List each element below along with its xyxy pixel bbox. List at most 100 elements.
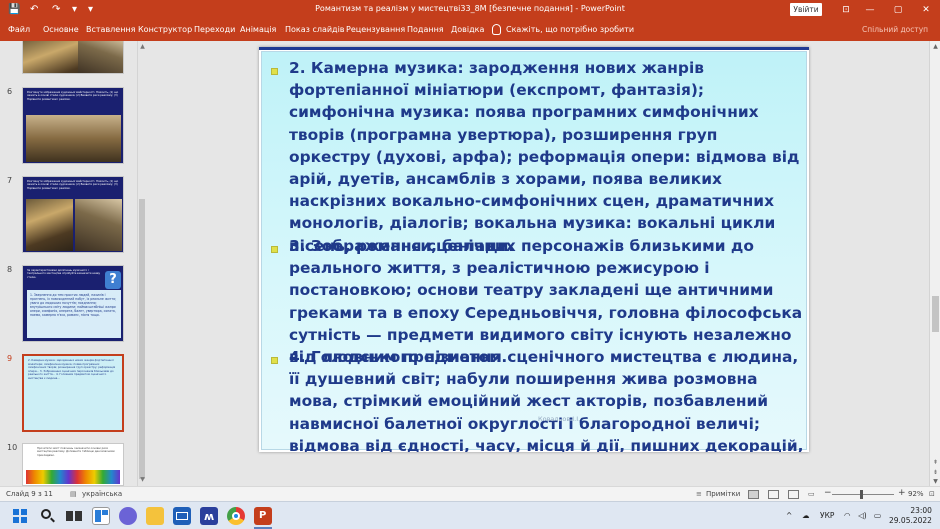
spellcheck-icon[interactable]: ▤ — [70, 490, 77, 498]
painting-image — [78, 41, 123, 73]
previous-slide-icon[interactable]: ⇞ — [930, 459, 940, 466]
bullet-icon — [271, 68, 278, 75]
thumbnail-slide-9[interactable]: 2. Камерна музика: зародження нових жанр… — [22, 354, 124, 432]
scrollbar-thumb[interactable] — [139, 199, 145, 479]
scroll-up-arrow-icon[interactable]: ▲ — [930, 43, 940, 50]
search-icon[interactable] — [38, 507, 56, 525]
clock-date: 29.05.2022 — [889, 516, 932, 525]
thumbnail-slide-6[interactable]: Розглянути зображення художньої майстерн… — [22, 87, 124, 164]
task-view-icon[interactable] — [65, 507, 83, 525]
thumbnail-slide-8[interactable]: За характеристиками досягнень музичного … — [22, 265, 124, 342]
normal-view-icon[interactable] — [748, 490, 759, 499]
question-mark-icon: ? — [105, 271, 121, 289]
zoom-level[interactable]: 92% — [908, 490, 924, 498]
windows-taskbar: ʍ P ^ ☁ УКР ◠ ◁) ▭ 23:00 29.05.2022 — [0, 501, 940, 529]
ribbon-tabs: Файл Основне Вставлення Конструктор Пере… — [0, 20, 940, 41]
teams-chat-icon[interactable] — [119, 507, 137, 525]
volume-icon[interactable]: ◁) — [858, 511, 867, 520]
next-slide-icon[interactable]: ⇟ — [930, 469, 940, 476]
slide-editor-canvas: 2. Камерна музика: зародження нових жанр… — [147, 41, 929, 486]
notes-icon: ≡ — [696, 490, 702, 498]
slide-thumbnail-pane: 6 Розглянути зображення художньої майсте… — [0, 41, 137, 486]
bullet-icon — [271, 246, 278, 253]
sign-in-button[interactable]: Увійти — [790, 3, 822, 16]
slide-sorter-view-icon[interactable] — [768, 490, 779, 499]
tell-me-search[interactable]: Скажіть, що потрібно зробити — [492, 24, 634, 35]
share-button[interactable]: Спільний доступ — [862, 25, 928, 34]
language-indicator[interactable]: українська — [82, 490, 122, 498]
zoom-slider-track[interactable] — [832, 494, 894, 495]
windows-start-icon[interactable] — [11, 507, 29, 525]
maximize-button[interactable]: ▢ — [886, 2, 910, 18]
current-slide[interactable]: 2. Камерна музика: зародження нових жанр… — [259, 47, 809, 452]
scroll-down-arrow-icon[interactable]: ▼ — [930, 478, 940, 485]
tab-design[interactable]: Конструктор — [138, 25, 192, 34]
minimize-button[interactable]: — — [858, 2, 882, 18]
clock[interactable]: 23:00 29.05.2022 — [889, 506, 932, 526]
tab-animations[interactable]: Анімація — [240, 25, 276, 34]
slide-number: 9 — [7, 354, 13, 363]
tab-insert[interactable]: Вставлення — [86, 25, 135, 34]
color-stripes-table — [26, 470, 120, 484]
wifi-icon[interactable]: ◠ — [844, 511, 851, 520]
scroll-up-arrow-icon[interactable]: ▲ — [138, 43, 147, 50]
thumbnail-slide-10[interactable]: Прочитати зміст пояснень і визначити осн… — [22, 443, 124, 486]
thumbnail-slide-5[interactable] — [22, 41, 124, 74]
reading-view-icon[interactable] — [788, 490, 799, 499]
thumbnail-slide-7[interactable]: Розглянути зображення художньої майстерн… — [22, 176, 124, 253]
tab-transitions[interactable]: Переходи — [194, 25, 235, 34]
slide-vertical-scrollbar[interactable]: ▲ ⇞ ⇟ ▼ — [929, 41, 940, 486]
tab-file[interactable]: Файл — [8, 25, 30, 34]
slide-footer: Ковальов I.I. — [538, 415, 581, 423]
show-hidden-icons[interactable]: ^ — [786, 511, 792, 520]
slide-number: 7 — [7, 176, 13, 185]
thumbnail-text: Прочитати зміст пояснень і визначити осн… — [37, 447, 115, 457]
battery-icon[interactable]: ▭ — [874, 511, 881, 520]
tab-slide-show[interactable]: Показ слайдів — [285, 25, 345, 34]
paragraph-2-chamber-music: 2. Камерна музика: зародження нових жанр… — [289, 59, 800, 255]
ribbon-options-icon[interactable]: ⊡ — [834, 2, 858, 18]
tell-me-label: Скажіть, що потрібно зробити — [506, 25, 635, 34]
thumbnail-box: 1. Звернення до тем простих людей, нахил… — [27, 290, 121, 338]
zoom-out-button[interactable]: − — [824, 488, 832, 498]
widgets-icon[interactable] — [92, 507, 110, 525]
tab-home[interactable]: Основне — [43, 25, 79, 34]
input-language[interactable]: УКР — [820, 511, 834, 520]
scrollbar-thumb[interactable] — [932, 296, 939, 332]
tab-review[interactable]: Рецензування — [346, 25, 405, 34]
zoom-in-button[interactable]: + — [898, 488, 906, 498]
notes-button[interactable]: Примітки — [706, 490, 740, 498]
thumbnail-text: Розглянути зображення художньої майстерн… — [27, 180, 119, 190]
tab-help[interactable]: Довідка — [451, 25, 484, 34]
scroll-down-arrow-icon[interactable]: ▼ — [138, 476, 147, 483]
zoom-slider-knob[interactable] — [860, 490, 863, 499]
slide-text-box[interactable]: 2. Камерна музика: зародження нових жанр… — [261, 51, 807, 452]
tab-view[interactable]: Подання — [407, 25, 444, 34]
slide-number: 6 — [7, 87, 13, 96]
thumbnail-text: Розглянути зображення художньої майстерн… — [27, 91, 119, 101]
thumbnail-text: За характеристиками досягнень музичного … — [27, 269, 101, 279]
painting-image — [26, 115, 121, 162]
mail-icon[interactable] — [173, 507, 191, 525]
slide-show-icon[interactable]: ▭ — [808, 490, 815, 498]
fit-slide-icon[interactable]: ⊡ — [929, 490, 935, 498]
slide-number: 10 — [7, 443, 18, 452]
store-icon[interactable]: ʍ — [200, 507, 218, 525]
painting-image — [75, 199, 122, 251]
title-bar: 💾 ↶ ↷ ▾ ▾ Романтизм та реалізм у мистецт… — [0, 0, 940, 20]
bullet-icon — [271, 357, 278, 364]
status-bar: Слайд 9 з 11 ▤ українська ≡ Примітки ▭ −… — [0, 486, 940, 501]
slide-number: 8 — [7, 265, 13, 274]
close-button[interactable]: ✕ — [914, 2, 938, 18]
cloud-icon[interactable]: ☁ — [802, 511, 810, 520]
thumbnail-text: 2. Камерна музика: зародження нових жанр… — [28, 358, 116, 380]
file-explorer-icon[interactable] — [146, 507, 164, 525]
powerpoint-icon[interactable]: P — [254, 507, 272, 525]
slide-counter: Слайд 9 з 11 — [6, 490, 53, 498]
lightbulb-icon — [492, 24, 501, 35]
slide-top-line — [259, 47, 809, 50]
chrome-icon[interactable] — [227, 507, 245, 525]
thumbnail-scrollbar[interactable]: ▲ ▼ — [137, 41, 146, 486]
paragraph-4-stage-art: 4. Головним предметом сценічного мистецт… — [289, 348, 804, 452]
painting-image — [26, 199, 73, 251]
